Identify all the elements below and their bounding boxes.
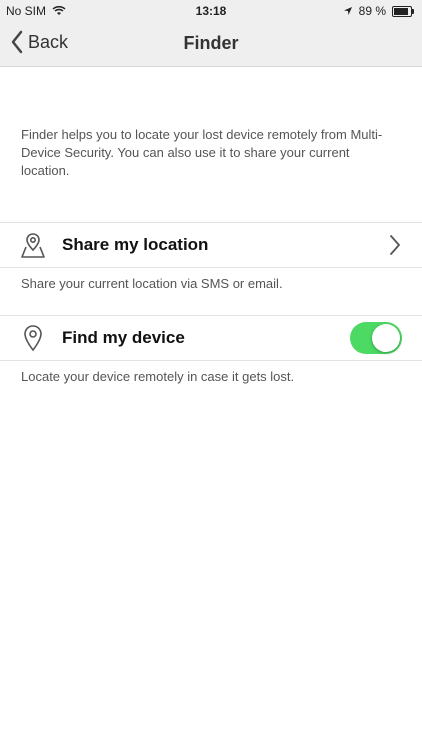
map-pin-icon xyxy=(21,233,45,258)
intro-text: Finder helps you to locate your lost dev… xyxy=(21,127,383,178)
toggle-knob xyxy=(372,324,400,352)
share-location-label: Share my location xyxy=(62,235,209,254)
page-title: Finder xyxy=(183,33,239,53)
share-location-row[interactable]: Share my location xyxy=(0,223,422,267)
divider xyxy=(0,360,422,361)
divider xyxy=(0,267,422,268)
find-device-description: Locate your device remotely in case it g… xyxy=(21,369,295,384)
find-device-row: Find my device xyxy=(0,316,422,360)
share-location-description: Share your current location via SMS or e… xyxy=(21,276,283,291)
navigation-bar: Back Finder xyxy=(0,22,422,67)
find-device-toggle[interactable] xyxy=(350,322,402,354)
status-bar: No SIM 13:18 89 % xyxy=(0,0,422,22)
find-device-label: Find my device xyxy=(62,328,185,347)
chevron-right-icon xyxy=(390,235,400,255)
battery-percent: 89 % xyxy=(358,4,386,18)
status-right: 89 % xyxy=(343,4,414,18)
location-arrow-icon xyxy=(343,7,352,15)
battery-icon xyxy=(392,5,414,17)
location-pin-icon xyxy=(24,325,42,352)
